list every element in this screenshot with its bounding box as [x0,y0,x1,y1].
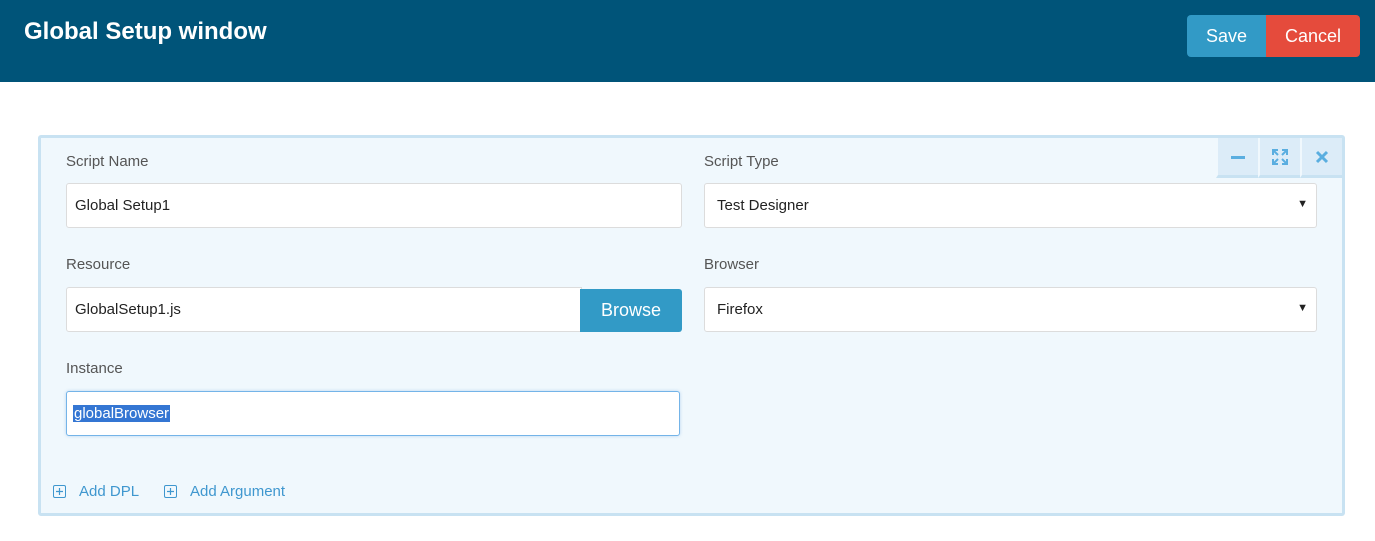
minimize-button[interactable] [1216,138,1258,178]
script-type-value: Test Designer [717,197,809,214]
instance-label: Instance [66,360,123,377]
resource-input[interactable]: GlobalSetup1.js [66,287,582,332]
minimize-icon [1231,155,1245,159]
caret-down-icon: ▼ [1297,302,1308,314]
script-name-label: Script Name [66,153,149,170]
browse-button[interactable]: Browse [580,289,682,332]
save-button[interactable]: Save [1187,15,1266,57]
script-name-input[interactable]: Global Setup1 [66,183,682,228]
cancel-button[interactable]: Cancel [1266,15,1360,57]
add-argument-label: Add Argument [190,483,286,500]
plus-square-icon [53,485,66,498]
instance-value: globalBrowser [73,405,171,422]
expand-icon [1272,148,1288,165]
close-icon [1315,150,1329,163]
caret-down-icon: ▼ [1297,198,1308,210]
browser-label: Browser [704,256,760,273]
browser-select[interactable]: Firefox ▼ [704,287,1317,332]
resource-value: GlobalSetup1.js [75,301,181,318]
setup-panel: Script Name Global Setup1 Script Type Te… [38,135,1345,516]
browser-value: Firefox [717,301,763,318]
plus-square-icon [164,485,177,498]
expand-button[interactable] [1258,138,1300,178]
script-type-label: Script Type [704,153,779,170]
window-title: Global Setup window [24,18,267,45]
panel-controls [1216,138,1342,178]
add-argument-link[interactable]: Add Argument [164,483,285,500]
close-button[interactable] [1300,138,1342,178]
script-type-select[interactable]: Test Designer ▼ [704,183,1317,228]
script-name-value: Global Setup1 [75,197,171,214]
add-dpl-label: Add DPL [79,483,140,500]
add-dpl-link[interactable]: Add DPL [53,483,139,500]
header-bar: Global Setup window Save Cancel [0,0,1375,82]
instance-input[interactable]: globalBrowser [66,391,680,436]
resource-label: Resource [66,256,131,273]
